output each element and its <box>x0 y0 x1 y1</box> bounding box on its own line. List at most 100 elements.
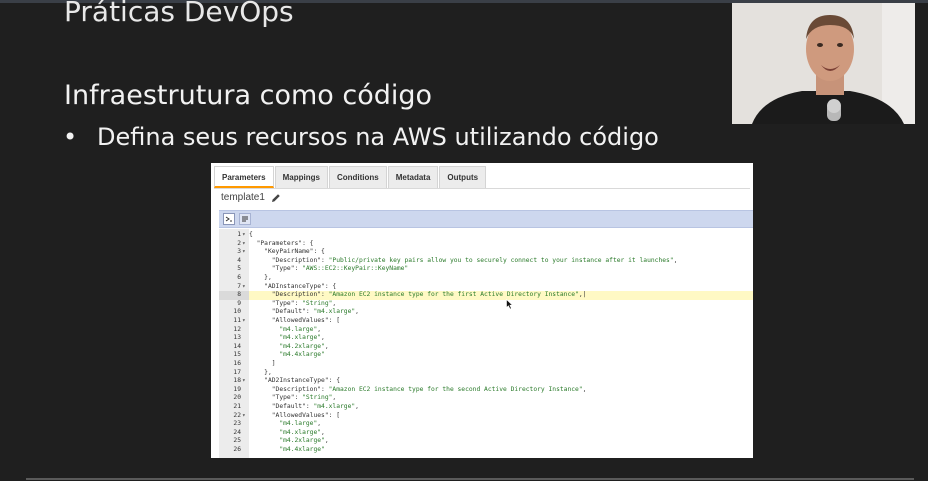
code-token: ] <box>249 360 276 367</box>
tab-conditions[interactable]: Conditions <box>328 166 387 188</box>
code-string: "m4.xlarge" <box>313 403 356 410</box>
code-line[interactable]: 15 "m4.4xlarge" <box>219 351 753 360</box>
fold-arrow-icon[interactable]: ▾ <box>242 240 246 249</box>
cursor-icon <box>506 299 514 310</box>
line-number: 25 <box>233 437 241 445</box>
code-token: }, <box>249 274 272 281</box>
code-token: "Default": <box>249 308 314 316</box>
line-number: 20 <box>233 394 241 402</box>
line-number: 6 <box>237 274 241 281</box>
code-line[interactable]: 17 }, <box>219 369 753 378</box>
code-token: "AllowedValues": [ <box>249 317 340 324</box>
line-number: 10 <box>233 308 241 316</box>
code-token: "Description": <box>249 256 329 264</box>
code-string: "String" <box>302 299 333 307</box>
designer-tabs: Parameters Mappings Conditions Metadata … <box>214 166 750 189</box>
code-line[interactable]: 2 ▾ "Parameters": { <box>219 240 753 249</box>
template-name: template1 <box>221 192 265 203</box>
code-line[interactable]: 25 "m4.2xlarge", <box>219 437 753 446</box>
code-string: "m4.xlarge" <box>249 334 322 342</box>
code-line[interactable]: 1 ▾{ <box>219 231 753 240</box>
code-line[interactable]: 22 ▾ "AllowedValues": [ <box>219 412 753 421</box>
line-number: 21 <box>233 403 241 410</box>
code-line[interactable]: 10 "Default": "m4.xlarge", <box>219 308 753 317</box>
code-line[interactable]: 5 "Type": "AWS::EC2::KeyPair::KeyName" <box>219 265 753 274</box>
wrap-icon[interactable] <box>239 213 251 225</box>
code-line[interactable]: 8 "Description": "Amazon EC2 instance ty… <box>219 291 753 300</box>
line-number: 14 <box>233 342 241 350</box>
code-token: "Type": <box>249 299 303 307</box>
code-token: "AD2InstanceType": { <box>249 377 340 385</box>
fold-arrow-icon[interactable]: ▾ <box>242 283 246 292</box>
code-token: , <box>321 428 325 436</box>
code-string: "String" <box>302 394 333 402</box>
code-token: , <box>317 325 322 333</box>
code-token: , <box>355 308 359 316</box>
code-line[interactable]: 16 ] <box>219 360 753 369</box>
code-token: "ADInstanceType": { <box>249 282 337 290</box>
editor-toolbar <box>219 210 753 228</box>
code-token: , <box>582 385 587 393</box>
code-token: , <box>332 299 337 307</box>
line-number: 26 <box>233 446 241 453</box>
code-token: , <box>324 437 329 445</box>
code-line[interactable]: 4 "Description": "Public/private key pai… <box>219 257 753 266</box>
code-string: "Amazon EC2 instance type for the second… <box>328 385 583 393</box>
code-token: , <box>673 256 678 264</box>
pencil-icon[interactable] <box>271 193 281 203</box>
code-line[interactable]: 18 ▾ "AD2InstanceType": { <box>219 377 753 386</box>
code-token: , <box>355 403 359 410</box>
fold-arrow-icon[interactable]: ▾ <box>242 248 246 257</box>
fold-arrow-icon[interactable]: ▾ <box>242 231 246 240</box>
code-line[interactable]: 9 "Type": "String", <box>219 300 753 309</box>
code-editor[interactable]: 1 ▾{2 ▾ "Parameters": {3 ▾ "KeyPairName": {… <box>219 229 753 458</box>
code-token: }, <box>249 368 272 376</box>
code-string: "m4.xlarge" <box>249 428 322 436</box>
code-token: "Type": <box>249 265 303 273</box>
code-token: ,| <box>578 291 587 299</box>
format-icon[interactable] <box>223 213 235 225</box>
code-string: "m4.2xlarge" <box>249 437 325 445</box>
code-token: "Parameters": { <box>249 239 314 247</box>
code-token: "AllowedValues": [ <box>249 411 340 419</box>
line-number: 9 <box>237 299 241 307</box>
bullet-item: • Defina seus recursos na AWS utilizando … <box>63 120 659 154</box>
line-number: 8 <box>219 291 249 300</box>
code-line[interactable]: 20 "Type": "String", <box>219 394 753 403</box>
code-token: , <box>317 420 322 428</box>
code-line[interactable]: 26 "m4.4xlarge" <box>219 446 753 455</box>
code-line[interactable]: 23 "m4.large", <box>219 420 753 429</box>
presenter-webcam <box>732 3 915 124</box>
code-string: "m4.4xlarge" <box>249 351 325 359</box>
fold-arrow-icon[interactable]: ▾ <box>242 317 246 326</box>
slide-subtitle: Infraestrutura como código <box>64 80 433 111</box>
fold-arrow-icon[interactable]: ▾ <box>242 377 246 386</box>
code-line[interactable]: 6 }, <box>219 274 753 283</box>
code-line[interactable]: 21 "Default": "m4.xlarge", <box>219 403 753 412</box>
code-string: "m4.xlarge" <box>313 308 356 316</box>
code-line[interactable]: 12 "m4.large", <box>219 326 753 335</box>
line-number: 17 <box>233 368 241 376</box>
tab-parameters[interactable]: Parameters <box>214 166 274 188</box>
code-line[interactable]: 24 "m4.xlarge", <box>219 429 753 438</box>
tab-outputs[interactable]: Outputs <box>439 166 487 188</box>
code-token: "Description": <box>249 385 329 393</box>
code-line[interactable]: 3 ▾ "KeyPairName": { <box>219 248 753 257</box>
tab-mappings[interactable]: Mappings <box>274 166 328 188</box>
code-line[interactable]: 7 ▾ "ADInstanceType": { <box>219 283 753 292</box>
line-number: 19 <box>233 385 241 393</box>
code-line[interactable]: 11 ▾ "AllowedValues": [ <box>219 317 753 326</box>
line-number: 12 <box>233 325 241 333</box>
code-line[interactable]: 14 "m4.2xlarge", <box>219 343 753 352</box>
code-token: "Type": <box>249 394 303 402</box>
cloudformation-designer-panel: Parameters Mappings Conditions Metadata … <box>211 163 753 458</box>
presenter-video-frame <box>732 3 915 124</box>
code-token: { <box>249 231 253 238</box>
line-number: 23 <box>233 420 241 428</box>
code-line[interactable]: 13 "m4.xlarge", <box>219 334 753 343</box>
line-number: 16 <box>233 360 241 367</box>
tab-metadata[interactable]: Metadata <box>387 166 439 188</box>
code-line[interactable]: 19 "Description": "Amazon EC2 instance t… <box>219 386 753 395</box>
slide-title: Práticas DevOps <box>64 0 294 28</box>
fold-arrow-icon[interactable]: ▾ <box>242 412 246 421</box>
